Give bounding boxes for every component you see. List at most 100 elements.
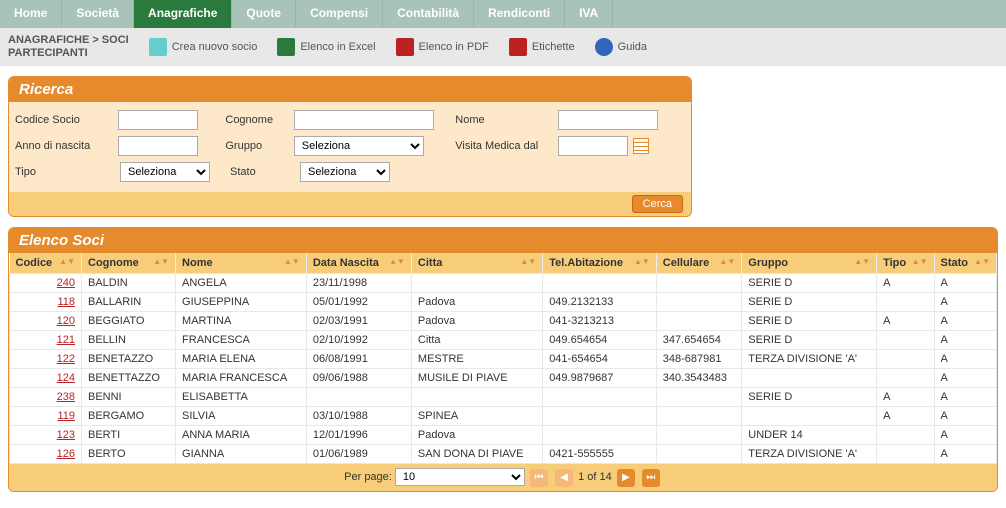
nav-tab-iva[interactable]: IVA [565, 0, 613, 28]
table-row: 121BELLINFRANCESCA02/10/1992Citta049.654… [10, 331, 997, 350]
action-export-excel[interactable]: Elenco in Excel [277, 38, 375, 56]
column-header[interactable]: Tel.Abitazione ▲▼ [543, 253, 657, 274]
sort-asc-icon[interactable]: ▲ [974, 257, 982, 266]
help-icon [595, 38, 613, 56]
sub-toolbar: ANAGRAFICHE > SOCI PARTECIPANTI Crea nuo… [0, 28, 1006, 66]
select-gruppo[interactable]: Seleziona [294, 136, 424, 156]
pager-prev-button[interactable]: ◀ [555, 469, 573, 487]
column-header[interactable]: Cognome ▲▼ [82, 253, 176, 274]
input-anno[interactable] [118, 136, 198, 156]
table-pager: Per page: 10 ⏮ ◀ 1 of 14 ▶ ⏭ [9, 464, 997, 491]
sort-desc-icon[interactable]: ▼ [161, 257, 169, 266]
action-help[interactable]: Guida [595, 38, 647, 56]
calendar-icon[interactable] [633, 138, 649, 154]
table-row: 123BERTIANNA MARIA12/01/1996PadovaUNDER … [10, 426, 997, 445]
search-panel: Ricerca Codice Socio Cognome Nome Anno d… [8, 76, 692, 217]
member-code-link[interactable]: 126 [57, 448, 75, 460]
table-row: 118BALLARINGIUSEPPINA05/01/1992Padova049… [10, 293, 997, 312]
nav-tab-rendiconti[interactable]: Rendiconti [474, 0, 565, 28]
member-code-link[interactable]: 124 [57, 372, 75, 384]
sort-desc-icon[interactable]: ▼ [528, 257, 536, 266]
sort-desc-icon[interactable]: ▼ [67, 257, 75, 266]
nav-tab-home[interactable]: Home [0, 0, 62, 28]
label-stato: Stato [230, 166, 300, 178]
excel-icon [277, 38, 295, 56]
label-cognome: Cognome [225, 114, 293, 126]
sort-asc-icon[interactable]: ▲ [634, 257, 642, 266]
input-nome[interactable] [558, 110, 658, 130]
search-button[interactable]: Cerca [632, 195, 683, 213]
action-new-member[interactable]: Crea nuovo socio [149, 38, 258, 56]
sort-asc-icon[interactable]: ▲ [153, 257, 161, 266]
sort-desc-icon[interactable]: ▼ [862, 257, 870, 266]
member-code-link[interactable]: 123 [57, 429, 75, 441]
select-tipo[interactable]: Seleziona [120, 162, 210, 182]
table-row: 240BALDINANGELA23/11/1998SERIE DAA [10, 274, 997, 293]
sort-desc-icon[interactable]: ▼ [642, 257, 650, 266]
column-header[interactable]: Data Nascita ▲▼ [306, 253, 411, 274]
top-navigation: HomeSocietàAnagraficheQuoteCompensiConta… [0, 0, 1006, 28]
nav-tab-società[interactable]: Società [62, 0, 134, 28]
label-nome: Nome [455, 114, 558, 126]
member-code-link[interactable]: 118 [57, 296, 75, 308]
member-code-link[interactable]: 121 [57, 334, 75, 346]
sort-asc-icon[interactable]: ▲ [912, 257, 920, 266]
sort-desc-icon[interactable]: ▼ [727, 257, 735, 266]
list-panel: Elenco Soci Codice ▲▼Cognome ▲▼Nome ▲▼Da… [8, 227, 998, 492]
member-code-link[interactable]: 122 [57, 353, 75, 365]
sort-desc-icon[interactable]: ▼ [982, 257, 990, 266]
column-header[interactable]: Codice ▲▼ [10, 253, 82, 274]
table-row: 122BENETAZZOMARIA ELENA06/08/1991MESTRE0… [10, 350, 997, 369]
per-page-label: Per page: [344, 471, 392, 483]
member-code-link[interactable]: 120 [57, 315, 75, 327]
nav-tab-compensi[interactable]: Compensi [296, 0, 383, 28]
label-codice: Codice Socio [15, 114, 118, 126]
action-labels[interactable]: Etichette [509, 38, 575, 56]
label-gruppo: Gruppo [225, 140, 293, 152]
column-header[interactable]: Citta ▲▼ [411, 253, 542, 274]
column-header[interactable]: Tipo ▲▼ [877, 253, 934, 274]
table-row: 124BENETTAZZOMARIA FRANCESCA09/06/1988MU… [10, 369, 997, 388]
member-code-link[interactable]: 119 [57, 410, 75, 422]
input-visita[interactable] [558, 136, 628, 156]
sort-asc-icon[interactable]: ▲ [284, 257, 292, 266]
sort-desc-icon[interactable]: ▼ [397, 257, 405, 266]
table-row: 126BERTOGIANNA01/06/1989SAN DONA DI PIAV… [10, 445, 997, 464]
pdf-icon [396, 38, 414, 56]
member-code-link[interactable]: 240 [57, 277, 75, 289]
sort-asc-icon[interactable]: ▲ [59, 257, 67, 266]
label-visita: Visita Medica dal [455, 140, 558, 152]
table-row: 119BERGAMOSILVIA03/10/1988SPINEAAA [10, 407, 997, 426]
label-anno: Anno di nascita [15, 140, 118, 152]
column-header[interactable]: Gruppo ▲▼ [742, 253, 877, 274]
label-tipo: Tipo [15, 166, 120, 178]
breadcrumb-line2: PARTECIPANTI [8, 47, 129, 60]
input-cognome[interactable] [294, 110, 434, 130]
input-codice[interactable] [118, 110, 198, 130]
pager-last-button[interactable]: ⏭ [642, 469, 660, 487]
column-header[interactable]: Stato ▲▼ [934, 253, 996, 274]
table-row: 238BENNIELISABETTASERIE DAA [10, 388, 997, 407]
pager-next-button[interactable]: ▶ [617, 469, 635, 487]
breadcrumb: ANAGRAFICHE > SOCI PARTECIPANTI [8, 34, 129, 60]
column-header[interactable]: Nome ▲▼ [176, 253, 307, 274]
nav-tab-anagrafiche[interactable]: Anagrafiche [134, 0, 232, 28]
sort-asc-icon[interactable]: ▲ [854, 257, 862, 266]
pager-first-button[interactable]: ⏮ [530, 469, 548, 487]
sort-asc-icon[interactable]: ▲ [389, 257, 397, 266]
members-table: Codice ▲▼Cognome ▲▼Nome ▲▼Data Nascita ▲… [9, 253, 997, 464]
list-panel-title: Elenco Soci [9, 228, 997, 253]
labels-icon [509, 38, 527, 56]
sort-desc-icon[interactable]: ▼ [292, 257, 300, 266]
sort-desc-icon[interactable]: ▼ [920, 257, 928, 266]
column-header[interactable]: Cellulare ▲▼ [656, 253, 742, 274]
breadcrumb-line1: ANAGRAFICHE > SOCI [8, 34, 129, 47]
nav-tab-contabilità[interactable]: Contabilità [383, 0, 474, 28]
member-code-link[interactable]: 238 [57, 391, 75, 403]
table-row: 120BEGGIATOMARTINA02/03/1991Padova041-32… [10, 312, 997, 331]
per-page-select[interactable]: 10 [395, 468, 525, 486]
pager-position: 1 of 14 [578, 471, 612, 483]
action-export-pdf[interactable]: Elenco in PDF [396, 38, 489, 56]
select-stato[interactable]: Seleziona [300, 162, 390, 182]
nav-tab-quote[interactable]: Quote [232, 0, 296, 28]
